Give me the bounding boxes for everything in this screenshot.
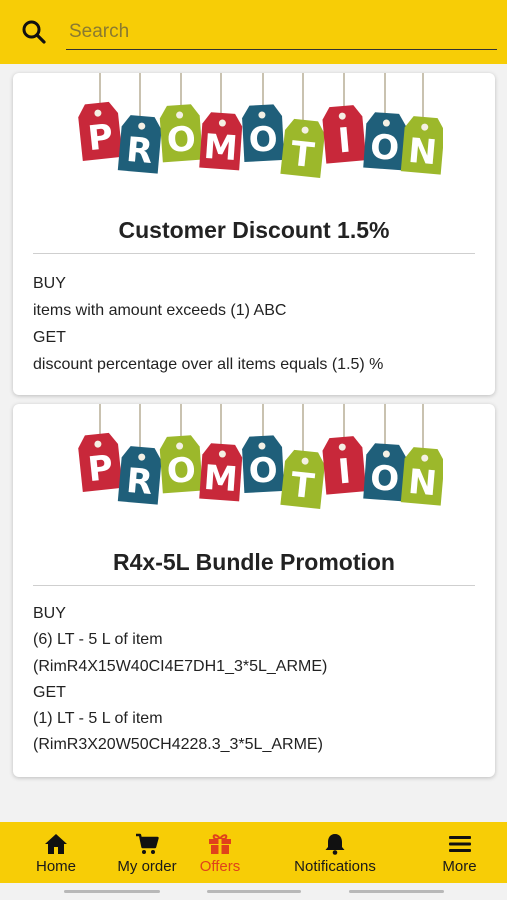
banner-letter: M	[202, 458, 239, 500]
promotion-tag: O	[159, 435, 203, 494]
search-field[interactable]	[66, 14, 497, 50]
promotion-tag: N	[400, 116, 443, 175]
nav-item-more[interactable]: More	[412, 822, 507, 883]
banner-letter: O	[248, 119, 279, 160]
promotion-tag: N	[400, 447, 443, 506]
promotion-tag: I	[322, 436, 367, 495]
promotion-details: BUY items with amount exceeds (1) ABC GE…	[33, 270, 383, 378]
search-icon[interactable]	[20, 18, 48, 46]
promotion-tag: O	[363, 112, 407, 171]
promotion-line: GET	[33, 329, 66, 346]
nav-label-notifications: Notifications	[294, 858, 376, 875]
cart-icon	[135, 833, 159, 855]
promotion-line: (RimR4X15W40CI4E7DH1_3*5L_ARME)	[33, 657, 328, 675]
promotion-line: BUY	[33, 275, 66, 292]
nav-item-notifications[interactable]: Notifications	[258, 822, 412, 883]
nav-label-offers: Offers	[199, 858, 241, 875]
promotion-tag: O	[159, 104, 203, 163]
promotion-line: BUY	[33, 605, 66, 622]
banner-letter: P	[86, 117, 115, 159]
promotion-details: BUY (6) LT - 5 L of item (RimR4X15W40CI4…	[33, 601, 327, 759]
promotion-card[interactable]: PROMOTION R4x-5L Bundle Promotion BUY (6…	[13, 404, 495, 777]
promotion-line: (1) LT - 5 L of item	[33, 710, 163, 728]
promotion-line: discount percentage over all items equal…	[33, 356, 384, 373]
promotion-banner: PROMOTION	[78, 73, 443, 178]
banner-letter: O	[369, 127, 401, 169]
promotion-tag: I	[322, 105, 367, 164]
nav-item-offers[interactable]: Offers	[182, 822, 258, 883]
promotion-banner: PROMOTION	[78, 404, 443, 509]
divider	[33, 253, 475, 254]
home-icon	[44, 833, 68, 855]
banner-letter: N	[407, 131, 439, 173]
promotion-line: GET	[33, 683, 66, 701]
menu-icon	[448, 833, 472, 855]
promotion-line: (6) LT - 5 L of item	[33, 631, 163, 649]
nav-item-my-order[interactable]: My order	[112, 822, 182, 883]
promotion-tag: T	[280, 118, 325, 178]
banner-letter: P	[86, 448, 115, 490]
promotion-card[interactable]: PROMOTION Customer Discount 1.5% BUY ite…	[13, 73, 495, 395]
nav-item-home[interactable]: Home	[0, 822, 112, 883]
banner-letter: M	[202, 127, 239, 169]
promotion-tag: R	[117, 446, 162, 505]
promotion-tag: O	[242, 104, 285, 163]
promotion-tag: R	[117, 115, 162, 174]
promotion-tag: T	[280, 449, 325, 509]
banner-letter: O	[166, 450, 198, 492]
nav-label-home: Home	[35, 858, 76, 875]
promotion-title: R4x-5L Bundle Promotion	[113, 549, 395, 575]
gesture-indicator	[349, 890, 444, 893]
promotion-tag: O	[242, 435, 285, 494]
header-bar	[0, 0, 507, 64]
promotion-title: Customer Discount 1.5%	[118, 217, 390, 243]
gift-icon	[208, 833, 232, 855]
gesture-indicator	[64, 890, 160, 893]
banner-letter: O	[248, 450, 279, 491]
system-gesture-bar	[0, 883, 507, 900]
promotion-tag: O	[363, 443, 407, 502]
divider	[33, 585, 475, 586]
banner-letter: R	[125, 461, 155, 503]
nav-label-my-order: My order	[117, 858, 177, 875]
promotion-tag: M	[199, 112, 243, 171]
promotion-tag: M	[199, 443, 243, 502]
promotion-tag: P	[78, 432, 123, 492]
promotion-tag: P	[78, 101, 123, 161]
gesture-indicator	[207, 890, 301, 893]
promotion-line: (RimR3X20W50CH4228.3_3*5L_ARME)	[33, 736, 323, 754]
search-input[interactable]	[66, 20, 497, 43]
banner-letter: O	[369, 458, 401, 500]
banner-letter: N	[407, 462, 439, 504]
promotion-line: items with amount exceeds (1) ABC	[33, 302, 287, 319]
bell-icon	[324, 833, 346, 855]
banner-letter: R	[125, 130, 155, 172]
nav-label-more: More	[442, 858, 477, 875]
banner-letter: O	[166, 119, 198, 161]
bottom-nav: Home My order Offers Notifications More	[0, 822, 507, 883]
